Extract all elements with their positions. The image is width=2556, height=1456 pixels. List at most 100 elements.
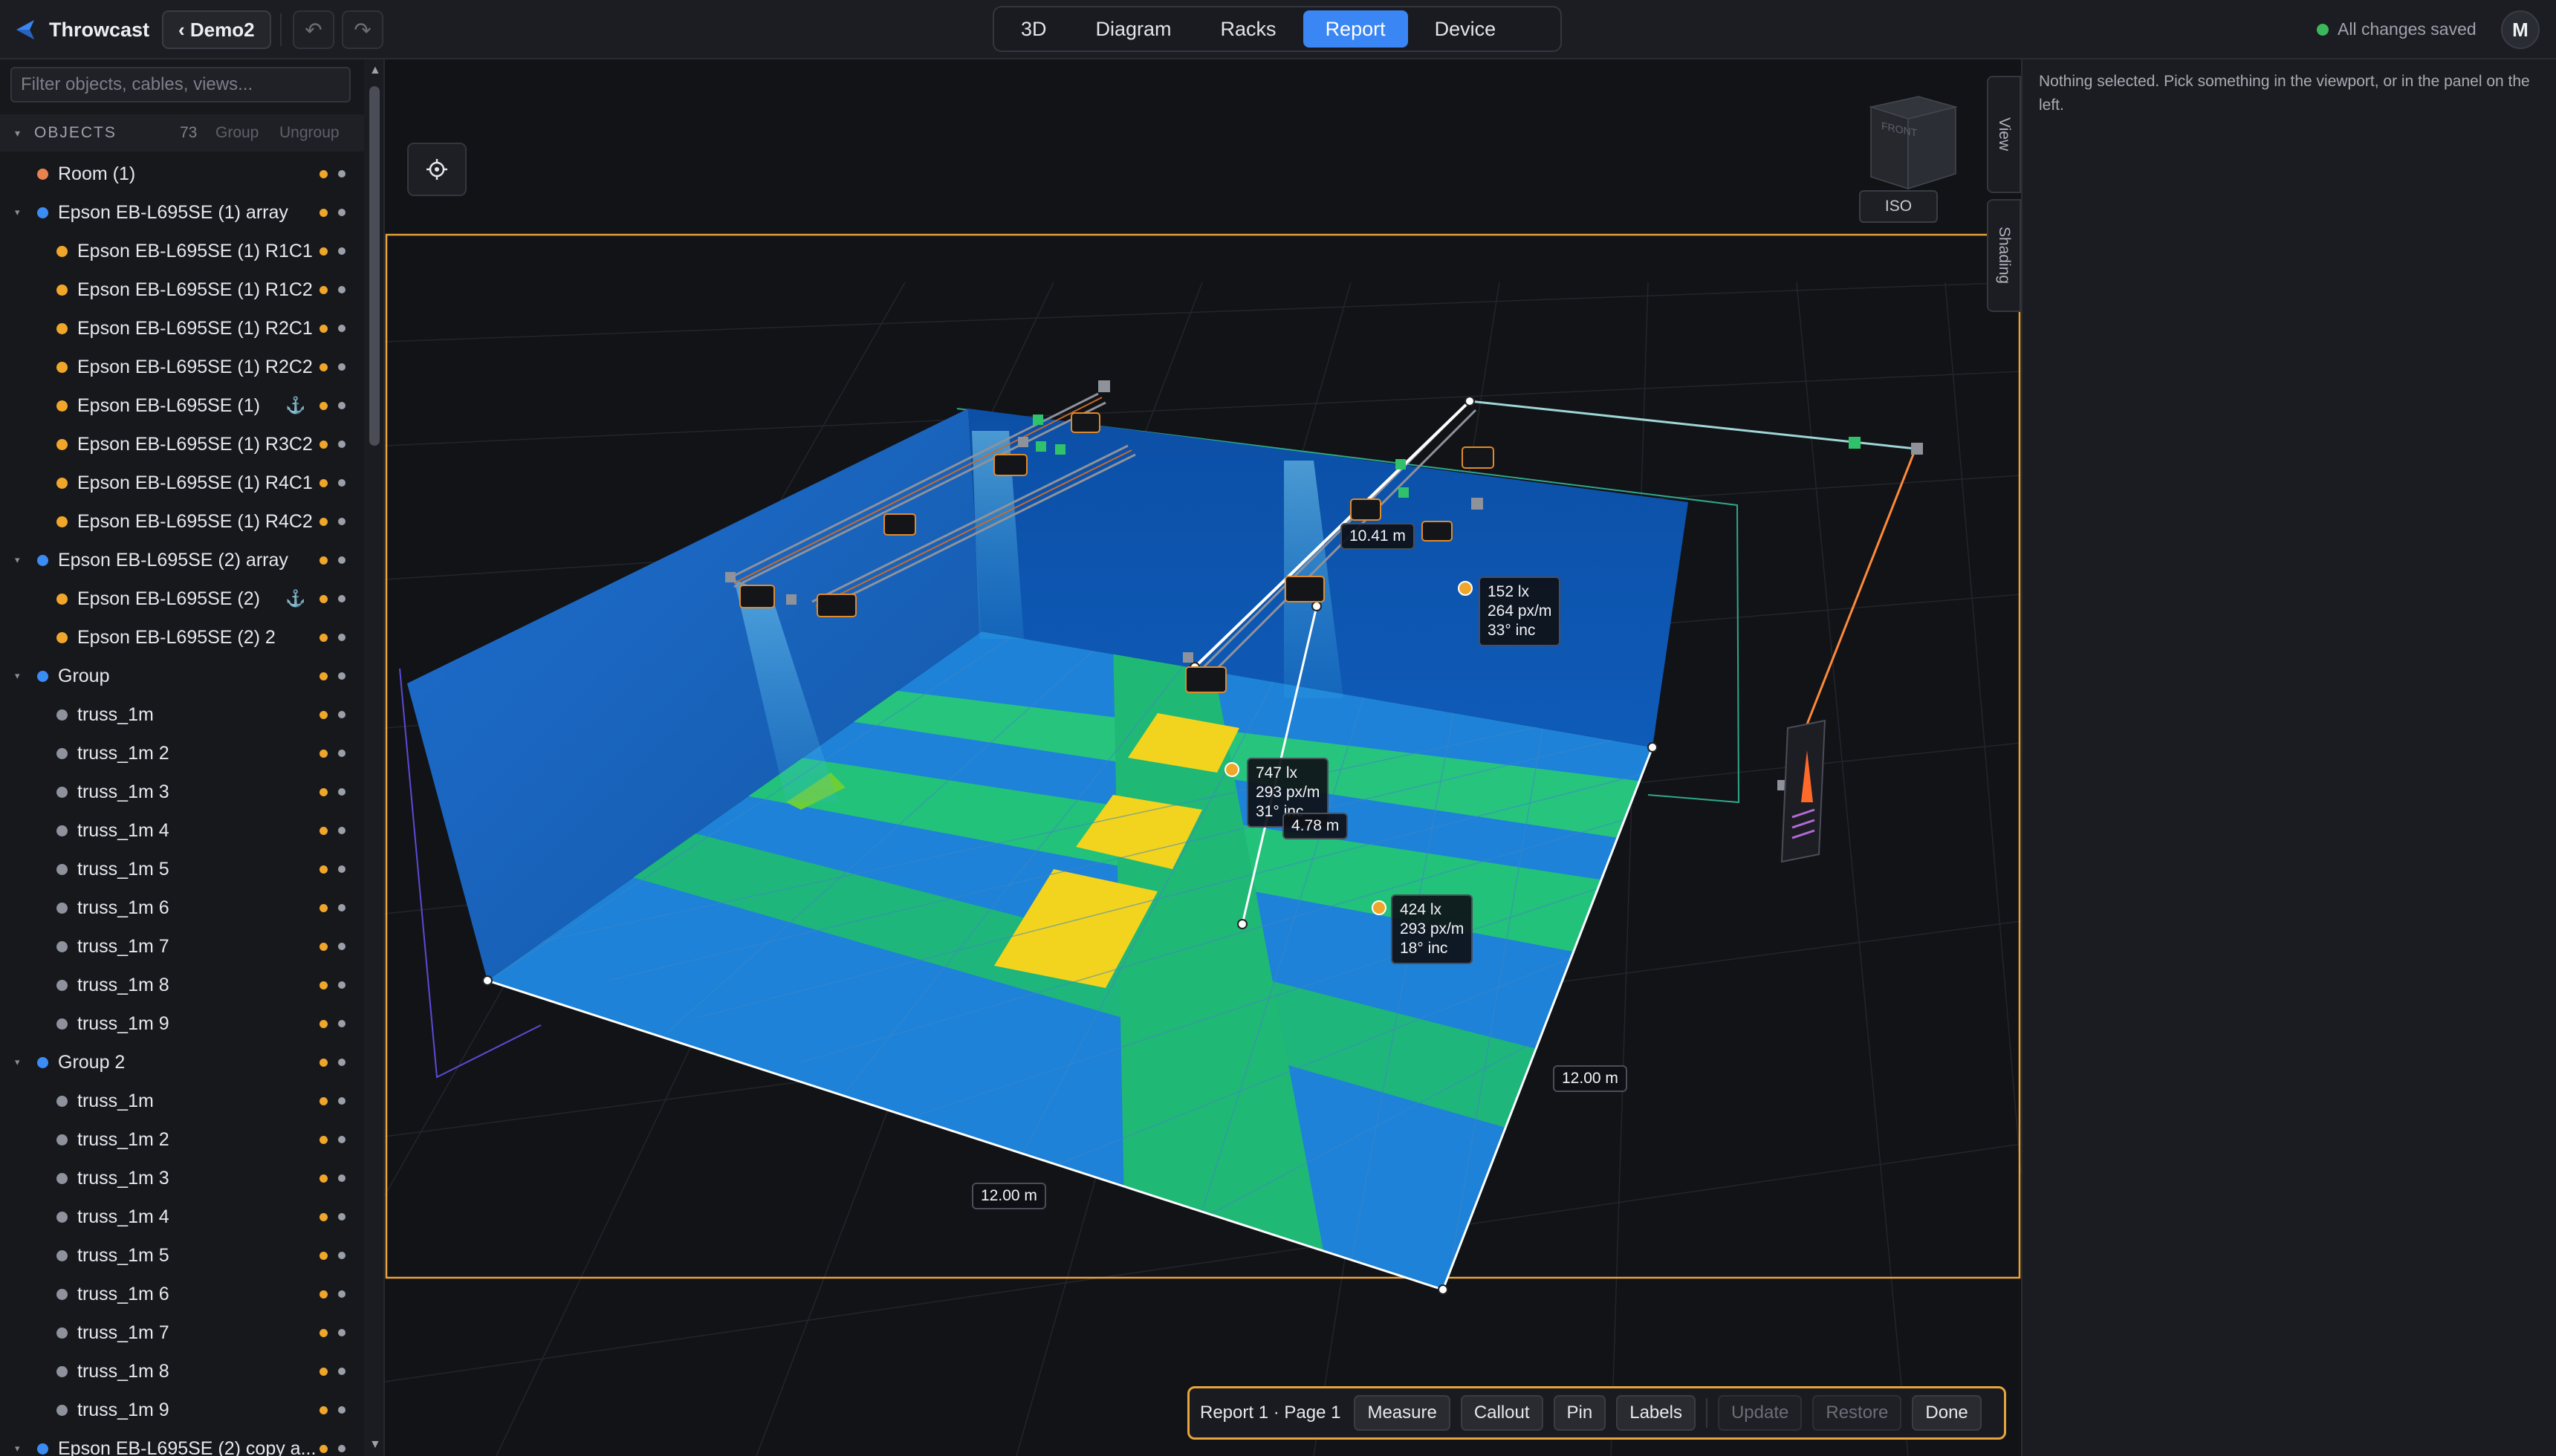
project-back-button[interactable]: ‹ Demo2 [162, 10, 271, 49]
tab-diagram[interactable]: Diagram [1074, 10, 1194, 48]
visibility-toggle-icon[interactable] [320, 208, 328, 217]
redo-button[interactable]: ↷ [342, 10, 383, 49]
lock-toggle-icon[interactable] [338, 402, 346, 409]
tree-item[interactable]: truss_1m 4 [0, 811, 364, 850]
tree-scrollbar[interactable]: ▲ ▼ [364, 59, 383, 1456]
lock-toggle-icon[interactable] [338, 672, 346, 680]
iso-view-button[interactable]: ISO [1859, 190, 1938, 223]
tree-item[interactable]: truss_1m 8 [0, 966, 364, 1004]
lock-toggle-icon[interactable] [338, 286, 346, 293]
lock-toggle-icon[interactable] [338, 595, 346, 602]
tree-item[interactable]: ▾ Group [0, 657, 364, 695]
anchor-icon[interactable]: ⚓ [285, 589, 305, 608]
visibility-toggle-icon[interactable] [320, 1174, 328, 1183]
visibility-toggle-icon[interactable] [320, 1019, 328, 1028]
lock-toggle-icon[interactable] [338, 363, 346, 371]
visibility-toggle-icon[interactable] [320, 440, 328, 449]
visibility-toggle-icon[interactable] [320, 363, 328, 371]
visibility-toggle-icon[interactable] [320, 401, 328, 410]
visibility-toggle-icon[interactable] [320, 749, 328, 758]
lock-toggle-icon[interactable] [338, 943, 346, 950]
tree-item[interactable]: Epson EB-L695SE (2) ⚓ [0, 579, 364, 618]
expand-caret-icon[interactable]: ▾ [15, 554, 20, 566]
tree-item[interactable]: Epson EB-L695SE (1) ⚓ [0, 386, 364, 425]
tree-item[interactable]: truss_1m 3 [0, 773, 364, 811]
lock-toggle-icon[interactable] [338, 788, 346, 796]
tab-report[interactable]: Report [1303, 10, 1408, 48]
lock-toggle-icon[interactable] [338, 170, 346, 178]
lock-toggle-icon[interactable] [338, 518, 346, 525]
tree-item[interactable]: truss_1m 6 [0, 1275, 364, 1313]
tree-item[interactable]: truss_1m 5 [0, 1236, 364, 1275]
callout-button[interactable]: Callout [1460, 1395, 1543, 1431]
lock-toggle-icon[interactable] [338, 711, 346, 718]
expand-caret-icon[interactable]: ▾ [15, 1056, 20, 1068]
user-avatar[interactable]: M [2501, 10, 2540, 49]
visibility-toggle-icon[interactable] [320, 1212, 328, 1221]
visibility-toggle-icon[interactable] [320, 478, 328, 487]
visibility-toggle-icon[interactable] [320, 1096, 328, 1105]
visibility-toggle-icon[interactable] [320, 1251, 328, 1260]
anchor-icon[interactable]: ⚓ [285, 396, 305, 415]
lock-toggle-icon[interactable] [338, 1445, 346, 1452]
visibility-toggle-icon[interactable] [320, 556, 328, 565]
scroll-down-icon[interactable]: ▼ [369, 1438, 381, 1452]
lock-toggle-icon[interactable] [338, 209, 346, 216]
tree-item[interactable]: Epson EB-L695SE (1) R2C1 [0, 309, 364, 348]
expand-caret-icon[interactable]: ▾ [15, 207, 20, 218]
lock-toggle-icon[interactable] [338, 1059, 346, 1066]
tree-item[interactable]: truss_1m 8 [0, 1352, 364, 1391]
tree-item[interactable]: Epson EB-L695SE (2) 2 [0, 618, 364, 657]
group-button[interactable]: Group [215, 124, 259, 142]
undo-button[interactable]: ↶ [293, 10, 334, 49]
recenter-button[interactable] [407, 143, 467, 196]
lock-toggle-icon[interactable] [338, 1406, 346, 1414]
tree-item[interactable]: truss_1m 6 [0, 888, 364, 927]
visibility-toggle-icon[interactable] [320, 1367, 328, 1376]
width-dimension-label[interactable]: 12.00 m [972, 1183, 1046, 1209]
lock-toggle-icon[interactable] [338, 247, 346, 255]
tree-item[interactable]: truss_1m 5 [0, 850, 364, 888]
tree-item[interactable]: Epson EB-L695SE (1) R4C1 [0, 464, 364, 502]
visibility-toggle-icon[interactable] [320, 285, 328, 294]
lock-toggle-icon[interactable] [338, 1290, 346, 1298]
tree-item[interactable]: Epson EB-L695SE (1) R2C2 [0, 348, 364, 386]
scroll-thumb[interactable] [369, 86, 380, 446]
lock-toggle-icon[interactable] [338, 1368, 346, 1375]
pin-button[interactable]: Pin [1553, 1395, 1606, 1431]
tree-item[interactable]: ▾ Group 2 [0, 1043, 364, 1082]
restore-button[interactable]: Restore [1812, 1395, 1902, 1431]
visibility-toggle-icon[interactable] [320, 865, 328, 874]
tree-item[interactable]: Room (1) [0, 155, 364, 193]
visibility-toggle-icon[interactable] [320, 517, 328, 526]
lock-toggle-icon[interactable] [338, 981, 346, 989]
lock-toggle-icon[interactable] [338, 1252, 346, 1259]
lock-toggle-icon[interactable] [338, 865, 346, 873]
tree-item[interactable]: truss_1m 3 [0, 1159, 364, 1197]
lock-toggle-icon[interactable] [338, 1213, 346, 1221]
tree-item[interactable]: truss_1m 2 [0, 734, 364, 773]
lock-toggle-icon[interactable] [338, 827, 346, 834]
tree-item[interactable]: truss_1m 7 [0, 927, 364, 966]
visibility-toggle-icon[interactable] [320, 1058, 328, 1067]
visibility-toggle-icon[interactable] [320, 594, 328, 603]
lock-toggle-icon[interactable] [338, 479, 346, 487]
tree-item[interactable]: Epson EB-L695SE (1) R4C2 [0, 502, 364, 541]
lock-toggle-icon[interactable] [338, 634, 346, 641]
lock-toggle-icon[interactable] [338, 325, 346, 332]
visibility-toggle-icon[interactable] [320, 903, 328, 912]
tree-item[interactable]: truss_1m 9 [0, 1004, 364, 1043]
visibility-toggle-icon[interactable] [320, 981, 328, 989]
visibility-toggle-icon[interactable] [320, 247, 328, 256]
tree-item[interactable]: truss_1m 2 [0, 1120, 364, 1159]
depth-dimension-label[interactable]: 12.00 m [1553, 1065, 1627, 1092]
view-panel-tab[interactable]: View [1987, 76, 2021, 193]
lock-toggle-icon[interactable] [338, 1136, 346, 1143]
visibility-toggle-icon[interactable] [320, 1444, 328, 1453]
tree-item[interactable]: ▾ Epson EB-L695SE (2) copy a... [0, 1429, 364, 1456]
tree-item[interactable]: ▾ Epson EB-L695SE (2) array [0, 541, 364, 579]
visibility-toggle-icon[interactable] [320, 1405, 328, 1414]
throw-dimension-label[interactable]: 4.78 m [1282, 813, 1349, 839]
scroll-up-icon[interactable]: ▲ [369, 64, 381, 77]
collapse-objects-icon[interactable]: ▾ [15, 127, 20, 140]
